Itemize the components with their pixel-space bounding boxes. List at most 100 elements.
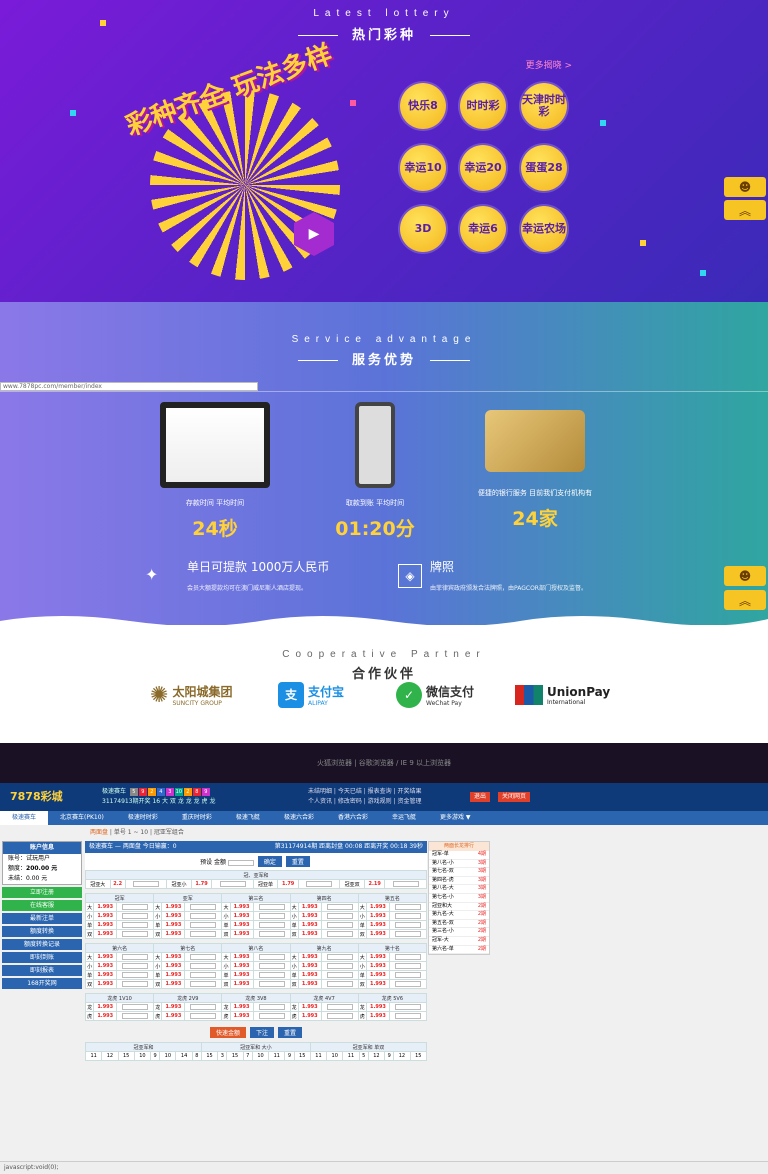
bet-input[interactable] [394, 930, 421, 937]
bet-input[interactable] [326, 1012, 353, 1019]
sidebar-item[interactable]: 最新注单 [2, 913, 82, 924]
sidebar-item[interactable]: 即刻报表 [2, 965, 82, 976]
bet-input-cell[interactable] [184, 1002, 223, 1012]
bet-input[interactable] [190, 1003, 217, 1010]
bet-input-cell[interactable] [297, 879, 341, 889]
tab-game[interactable]: 极速六合彩 [272, 811, 326, 825]
bet-input-cell[interactable] [116, 929, 155, 939]
bet-input[interactable] [394, 1012, 421, 1019]
breadcrumb-rest[interactable]: | 单号 1 ~ 10 | 冠亚军组合 [108, 829, 184, 836]
bet-input[interactable] [326, 912, 353, 919]
header-links[interactable]: 未结明细 | 今天已结 | 报表查询 | 开奖结果 个人资讯 | 修改密码 | 游… [308, 787, 422, 807]
bet-input-cell[interactable] [116, 961, 155, 971]
bet-input[interactable] [394, 962, 421, 969]
bet-input[interactable] [326, 930, 353, 937]
bet-input-cell[interactable] [116, 902, 155, 912]
bet-input-cell[interactable] [116, 970, 155, 980]
bet-input[interactable] [326, 903, 353, 910]
bet-input[interactable] [190, 930, 217, 937]
bet-input-cell[interactable] [320, 1002, 359, 1012]
place-bet-button[interactable]: 下注 [249, 1027, 274, 1038]
back-to-top-icon[interactable]: ︽ [724, 200, 766, 220]
bet-input-cell[interactable] [184, 1011, 223, 1021]
bet-input[interactable] [258, 971, 285, 978]
bet-input-cell[interactable] [320, 1011, 359, 1021]
bet-input[interactable] [258, 921, 285, 928]
bet-input[interactable] [122, 1012, 149, 1019]
bet-input[interactable] [122, 903, 149, 910]
bet-input[interactable] [394, 971, 421, 978]
bet-input-cell[interactable] [252, 979, 291, 989]
amount-input[interactable] [227, 859, 254, 866]
bet-input[interactable] [190, 921, 217, 928]
lottery-ball[interactable]: 幸运10 [400, 145, 446, 191]
lottery-ball[interactable]: 幸运6 [460, 206, 506, 252]
quick-amount-button[interactable]: 快速金额 [209, 1027, 246, 1038]
bet-input-cell[interactable] [388, 920, 428, 930]
bet-input[interactable] [132, 880, 159, 887]
bet-input[interactable] [258, 953, 285, 960]
bet-input-cell[interactable] [184, 979, 223, 989]
bet-input[interactable] [258, 1012, 285, 1019]
bet-input-cell[interactable] [320, 970, 359, 980]
tab-game[interactable]: 极速飞艇 [224, 811, 272, 825]
bet-input[interactable] [394, 953, 421, 960]
bet-input-cell[interactable] [252, 952, 291, 962]
logout-button[interactable]: 退出 [470, 792, 491, 802]
reset-button[interactable]: 重置 [285, 856, 310, 867]
bet-input[interactable] [394, 912, 421, 919]
lottery-ball[interactable]: 快乐8 [400, 83, 446, 129]
bet-input-cell[interactable] [116, 952, 155, 962]
bet-input[interactable] [326, 980, 353, 987]
bet-input-cell[interactable] [252, 929, 291, 939]
sidebar-item[interactable]: 额度转换 [2, 926, 82, 937]
breadcrumb-home[interactable]: 两面盘 [90, 829, 108, 836]
bet-input[interactable] [122, 962, 149, 969]
bet-input[interactable] [258, 962, 285, 969]
bet-input[interactable] [326, 962, 353, 969]
tab-game[interactable]: 极速时时彩 [116, 811, 170, 825]
bet-input-cell[interactable] [320, 961, 359, 971]
bet-input-cell[interactable] [388, 929, 428, 939]
bet-input-cell[interactable] [211, 879, 254, 889]
bet-input-cell[interactable] [252, 902, 291, 912]
bet-input[interactable] [122, 921, 149, 928]
bet-input-cell[interactable] [252, 1002, 291, 1012]
reset-bet-button[interactable]: 重置 [278, 1027, 303, 1038]
register-button[interactable]: 立即注册 [2, 887, 82, 898]
lottery-ball[interactable]: 3D [400, 206, 446, 252]
sidebar-item[interactable]: 即刻到账 [2, 952, 82, 963]
bet-input-cell[interactable] [116, 911, 155, 921]
header-link-row[interactable]: 个人资讯 | 修改密码 | 游戏规则 | 资金管理 [308, 797, 422, 807]
bet-input[interactable] [122, 971, 149, 978]
bet-input-cell[interactable] [184, 902, 223, 912]
bet-input-cell[interactable] [252, 1011, 291, 1021]
bet-input-cell[interactable] [184, 952, 223, 962]
bet-input[interactable] [190, 953, 217, 960]
bet-input[interactable] [394, 1003, 421, 1010]
bet-input-cell[interactable] [116, 1002, 155, 1012]
lottery-ball[interactable]: 天津时时彩 [521, 83, 567, 129]
bet-input-cell[interactable] [320, 911, 359, 921]
bet-input-cell[interactable] [388, 1011, 428, 1021]
bet-input[interactable] [190, 980, 217, 987]
bet-input[interactable] [190, 962, 217, 969]
bet-input-cell[interactable] [388, 970, 428, 980]
app-logo[interactable]: 7878彩城 [10, 788, 63, 804]
bet-input[interactable] [122, 930, 149, 937]
bet-input-cell[interactable] [384, 879, 427, 889]
side-service-icon[interactable]: ☻ [724, 566, 766, 586]
bet-input[interactable] [122, 980, 149, 987]
more-results-link[interactable]: 更多揭晓 > [526, 58, 572, 71]
back-to-top-icon[interactable]: ︽ [724, 590, 766, 610]
bet-input[interactable] [258, 980, 285, 987]
bet-input[interactable] [219, 880, 246, 887]
bet-input-cell[interactable] [116, 920, 155, 930]
bet-input-cell[interactable] [320, 902, 359, 912]
bet-input[interactable] [122, 1003, 149, 1010]
sidebar-item[interactable]: 额度转换记录 [2, 939, 82, 950]
tab-game[interactable]: 北京赛车(PK10) [48, 811, 116, 825]
bet-input-cell[interactable] [388, 961, 428, 971]
bet-input[interactable] [258, 1003, 285, 1010]
bet-input[interactable] [394, 921, 421, 928]
